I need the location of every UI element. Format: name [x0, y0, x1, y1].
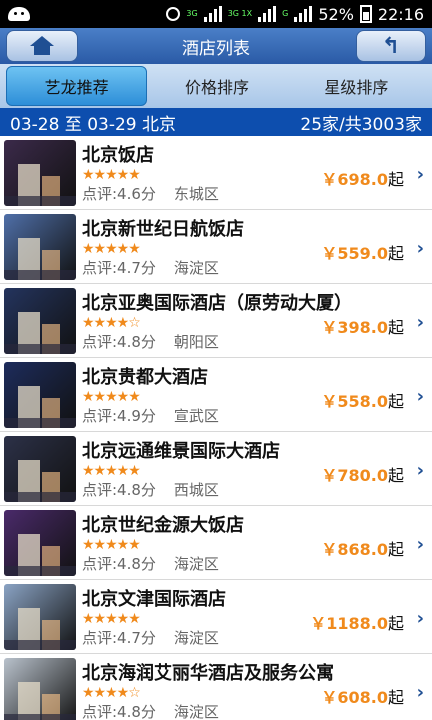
price-value: ￥558.0	[321, 392, 388, 411]
review-score: 点评:4.8分	[82, 555, 156, 573]
review-score: 点评:4.8分	[82, 703, 156, 720]
page-title: 酒店列表	[182, 38, 250, 59]
hotel-name: 北京亚奥国际酒店（原劳动大厦）	[82, 293, 352, 314]
tab-price-sort[interactable]: 价格排序	[147, 67, 286, 105]
price-unit: 起	[387, 466, 404, 485]
hotel-name: 北京远通维景国际大酒店	[82, 441, 280, 462]
price-value: ￥698.0	[321, 170, 388, 189]
chevron-right-icon: ›	[416, 460, 424, 481]
price-value: ￥559.0	[321, 244, 388, 263]
hotel-name: 北京新世纪日航饭店	[82, 219, 244, 240]
hotel-name: 北京海润艾丽华酒店及服务公寓	[82, 663, 334, 684]
review-score: 点评:4.8分	[82, 481, 156, 499]
tab-star-sort[interactable]: 星级排序	[287, 67, 426, 105]
price-unit: 起	[387, 392, 404, 411]
search-info-bar: 03-28 至 03-29 北京 25家/共3003家	[0, 108, 432, 136]
price-label: ￥398.0起	[321, 314, 404, 338]
network-g-label: G	[282, 9, 289, 18]
review-score: 点评:4.7分	[82, 629, 156, 647]
hotel-row[interactable]: 北京亚奥国际酒店（原劳动大厦） ★★★★☆ 点评:4.8分 朝阳区 ￥398.0起 ›	[0, 284, 432, 358]
district-label: 西城区	[173, 481, 219, 499]
hotel-row[interactable]: 北京海润艾丽华酒店及服务公寓 ★★★★☆ 点评:4.8分 海淀区 ￥608.0起 ›	[0, 654, 432, 720]
chevron-right-icon: ›	[416, 386, 424, 407]
review-score: 点评:4.6分	[82, 185, 156, 203]
price-value: ￥608.0	[321, 688, 388, 707]
chevron-right-icon: ›	[416, 682, 424, 703]
chevron-right-icon: ›	[416, 238, 424, 259]
signal-icon	[203, 6, 222, 22]
signal-icon-2	[258, 6, 277, 22]
signal-icon-3	[294, 6, 313, 22]
district-label: 海淀区	[173, 703, 219, 720]
price-unit: 起	[387, 688, 404, 707]
hotel-row[interactable]: 北京世纪金源大饭店 ★★★★★ 点评:4.8分 海淀区 ￥868.0起 ›	[0, 506, 432, 580]
price-label: ￥558.0起	[321, 388, 404, 412]
price-unit: 起	[387, 318, 404, 337]
price-unit: 起	[387, 540, 404, 559]
price-unit: 起	[387, 244, 404, 263]
hotel-row[interactable]: 北京远通维景国际大酒店 ★★★★★ 点评:4.8分 西城区 ￥780.0起 ›	[0, 432, 432, 506]
hotel-name: 北京饭店	[82, 145, 154, 166]
review-score: 点评:4.8分	[82, 333, 156, 351]
hotel-name: 北京贵都大酒店	[82, 367, 208, 388]
district-label: 朝阳区	[173, 333, 219, 351]
district-label: 宣武区	[173, 407, 219, 425]
hotel-row[interactable]: 北京新世纪日航饭店 ★★★★★ 点评:4.7分 海淀区 ￥559.0起 ›	[0, 210, 432, 284]
district-label: 海淀区	[173, 259, 219, 277]
network-3g-label: 3G	[186, 9, 198, 18]
hotel-row[interactable]: 北京贵都大酒店 ★★★★★ 点评:4.9分 宣武区 ￥558.0起 ›	[0, 358, 432, 432]
result-count: 25家/共3003家	[300, 114, 422, 135]
price-value: ￥868.0	[321, 540, 388, 559]
review-score: 点评:4.7分	[82, 259, 156, 277]
hotel-list: 北京饭店 ★★★★★ 点评:4.6分 东城区 ￥698.0起 › 北京新世纪日航饭店 ★★★★…	[0, 136, 432, 720]
battery-icon	[359, 5, 372, 23]
hotel-thumbnail	[4, 435, 76, 502]
back-button[interactable]: ↰	[356, 30, 426, 62]
battery-percent: 52%	[318, 4, 354, 24]
hotel-row[interactable]: 北京文津国际酒店 ★★★★★ 点评:4.7分 海淀区 ￥1188.0起 ›	[0, 580, 432, 654]
price-label: ￥868.0起	[321, 536, 404, 560]
android-icon	[8, 7, 30, 21]
price-value: ￥780.0	[321, 466, 388, 485]
district-label: 海淀区	[173, 629, 219, 647]
chevron-right-icon: ›	[416, 164, 424, 185]
review-score: 点评:4.9分	[82, 407, 156, 425]
hotel-thumbnail	[4, 583, 76, 650]
district-label: 海淀区	[173, 555, 219, 573]
alarm-icon	[166, 7, 181, 21]
chevron-right-icon: ›	[416, 534, 424, 555]
clock: 22:16	[377, 4, 424, 24]
tab-recommended[interactable]: 艺龙推荐	[6, 66, 148, 106]
price-value: ￥398.0	[321, 318, 388, 337]
sort-tabs: 艺龙推荐 价格排序 星级排序	[0, 64, 432, 108]
hotel-thumbnail	[4, 657, 76, 720]
back-arrow-icon: ↰	[381, 33, 401, 59]
hotel-thumbnail	[4, 139, 76, 206]
price-label: ￥698.0起	[321, 166, 404, 190]
hotel-row[interactable]: 北京饭店 ★★★★★ 点评:4.6分 东城区 ￥698.0起 ›	[0, 136, 432, 210]
price-unit: 起	[387, 614, 404, 633]
price-label: ￥780.0起	[321, 462, 404, 486]
status-bar: 3G 3G 1X G 52% 22:16	[0, 0, 432, 28]
home-button[interactable]	[6, 30, 78, 62]
home-icon	[30, 36, 54, 55]
hotel-thumbnail	[4, 361, 76, 428]
price-label: ￥559.0起	[321, 240, 404, 264]
title-bar: 酒店列表 ↰	[0, 28, 432, 64]
hotel-name: 北京世纪金源大饭店	[82, 515, 244, 536]
hotel-thumbnail	[4, 287, 76, 354]
price-label: ￥608.0起	[321, 684, 404, 708]
hotel-thumbnail	[4, 213, 76, 280]
hotel-thumbnail	[4, 509, 76, 576]
chevron-right-icon: ›	[416, 608, 424, 629]
date-city-label: 03-28 至 03-29 北京	[10, 114, 177, 135]
district-label: 东城区	[173, 185, 219, 203]
price-value: ￥1188.0	[310, 614, 388, 633]
hotel-name: 北京文津国际酒店	[82, 589, 226, 610]
price-label: ￥1188.0起	[310, 610, 404, 634]
network-3g1x-label: 3G 1X	[227, 9, 253, 18]
price-unit: 起	[387, 170, 404, 189]
chevron-right-icon: ›	[416, 312, 424, 333]
